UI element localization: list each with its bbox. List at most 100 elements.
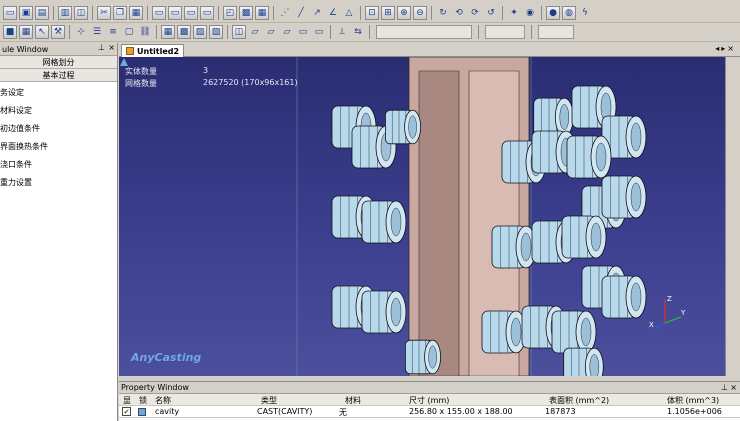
bolt-cap-inner [589,354,600,376]
draw-arrow-icon[interactable]: ↗ [310,6,324,20]
pin-icon[interactable]: ⊥ [721,383,728,392]
record-icon[interactable]: ■ [3,25,17,39]
list-item-gravity[interactable]: 重力设置 [0,173,117,191]
close-icon[interactable]: × [108,43,115,52]
right-dock-strip[interactable] [725,57,740,376]
value-input[interactable] [485,25,525,39]
rotate-x-icon[interactable]: ⟲ [452,6,466,20]
layers-icon[interactable]: ☰ [90,25,104,39]
plane-xy-icon[interactable]: ▱ [248,25,262,39]
property-window-title-text: Property Window [121,383,189,392]
step-input[interactable] [538,25,574,39]
layer-icon[interactable]: ▧ [209,25,223,39]
print-icon[interactable]: ▥ [58,6,72,20]
toolbar-separator [147,6,148,20]
list-item-material[interactable]: 材料设定 [0,101,117,119]
image-icon[interactable]: ▨ [193,25,207,39]
entity-color-swatch[interactable] [138,408,146,416]
light-icon[interactable]: ✦ [507,6,521,20]
secondary-toolbar: ■ ▦ ↖ ⚒ ⊹ ☰ ≡ ▢ ⛓ ▦ ▩ ▨ ▧ ◫ ▱ ▱ ▱ ▭ ▭ ⟂ … [0,23,740,42]
box-icon[interactable]: ▢ [122,25,136,39]
3d-viewport[interactable]: 实体数量 3 网格数量 2627520 (170x96x161) AnyCast… [119,57,725,376]
view-back-icon[interactable]: ▭ [168,6,182,20]
col-material: 材料 [345,396,361,405]
save-icon[interactable]: ▤ [35,6,49,20]
add-icon[interactable]: ⊹ [74,25,88,39]
tab-untitled2[interactable]: Untitled2 [121,44,185,57]
table-icon[interactable]: ▦ [161,25,175,39]
lightning-icon[interactable]: ϟ [578,6,592,20]
row-type: CAST(CAVITY) [257,407,313,416]
close-icon[interactable]: × [730,383,737,392]
open-icon[interactable]: ▣ [19,6,33,20]
measure-icon[interactable]: ⟂ [335,25,349,39]
list-item-initial-boundary[interactable]: 初边值条件 [0,119,117,137]
visible-checkbox[interactable]: ✔ [122,407,131,416]
paste-icon[interactable]: ▦ [129,6,143,20]
draw-triangle-icon[interactable]: △ [342,6,356,20]
col-area: 表面积 (mm^2) [549,396,610,405]
eye-icon[interactable]: ◉ [523,6,537,20]
view-front-icon[interactable]: ▭ [152,6,166,20]
view-side-icon[interactable]: ▭ [184,6,198,20]
list-item-gate[interactable]: 浇口条件 [0,155,117,173]
preview-icon[interactable]: ◫ [74,6,88,20]
zoom-window-icon[interactable]: ⊡ [365,6,379,20]
toolbar-separator [92,6,93,20]
draw-line-icon[interactable]: ╱ [294,6,308,20]
col-lock: 锁 [139,396,147,405]
property-window-title: Property Window ⊥ × [119,382,740,394]
cursor-icon[interactable]: ↖ [35,25,49,39]
pin-icon[interactable]: ⊥ [98,43,105,52]
table-row[interactable]: ✔ cavity CAST(CAVITY) 无 256.80 x 155.00 … [119,406,740,418]
axis-z-label: Z [667,295,672,303]
axis-x-label: X [649,321,654,329]
axis-y-label: Y [680,309,686,317]
toolbar-separator [273,6,274,20]
tab-nav-arrows[interactable]: ◂▸× [715,44,736,53]
mesh-count-label: 网格数量 [125,79,157,88]
list-item-interface-heat[interactable]: 界面换热条件 [0,137,117,155]
view-iso-icon[interactable]: ◰ [223,6,237,20]
row-name: cavity [155,407,180,416]
anycasting-logo: AnyCasting [131,351,202,364]
zoom-fit-icon[interactable]: ⊞ [381,6,395,20]
rotate-z-icon[interactable]: ↺ [484,6,498,20]
coordinate-input[interactable] [376,25,472,39]
toolbar-separator [330,25,331,39]
plane-yz-icon[interactable]: ▱ [264,25,278,39]
cut-icon[interactable]: ✂ [97,6,111,20]
mesh-button[interactable]: 网格划分 [0,56,117,69]
document-icon [126,47,134,55]
clip-icon[interactable]: ▭ [312,25,326,39]
rotate-y-icon[interactable]: ⟳ [468,6,482,20]
view-top-icon[interactable]: ▭ [200,6,214,20]
grid-split-icon[interactable]: ▦ [19,25,33,39]
mirror-icon[interactable]: ⇆ [351,25,365,39]
rotate-icon[interactable]: ↻ [436,6,450,20]
matrix-icon[interactable]: ▩ [177,25,191,39]
view-mesh-icon[interactable]: ▦ [255,6,269,20]
mesh-model [296,57,647,376]
basic-process-button[interactable]: 基本过程 [0,69,117,82]
wire-render-icon[interactable]: ◍ [562,6,576,20]
link-icon[interactable]: ⛓ [138,25,152,39]
section-icon[interactable]: ▭ [296,25,310,39]
draw-angle-icon[interactable]: ∠ [326,6,340,20]
view-grid-icon[interactable]: ▩ [239,6,253,20]
new-icon[interactable]: ▭ [3,6,17,20]
tools-icon[interactable]: ⚒ [51,25,65,39]
entity-count-value: 3 [203,66,209,75]
list-item-task[interactable]: 务设定 [0,83,117,101]
zoom-in-icon[interactable]: ⊕ [397,6,411,20]
bolt-cap-inner [580,317,592,347]
draw-point-icon[interactable]: ⋰ [278,6,292,20]
list-icon[interactable]: ≡ [106,25,120,39]
zoom-out-icon[interactable]: ⊖ [413,6,427,20]
bolt-cap-inner [390,297,402,327]
solid-render-icon[interactable]: ● [546,6,560,20]
module-window-title-text: ule Window [2,44,49,54]
view-icon[interactable]: ◫ [232,25,246,39]
copy-icon[interactable]: ❐ [113,6,127,20]
plane-xz-icon[interactable]: ▱ [280,25,294,39]
